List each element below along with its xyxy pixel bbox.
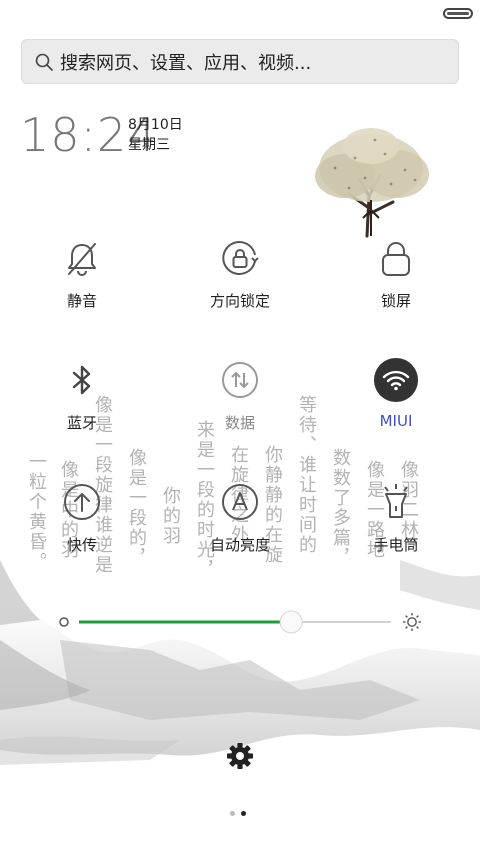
toggle-lock-screen[interactable]: 锁屏 [336, 236, 456, 311]
toggle-rotation-lock[interactable]: 方向锁定 [180, 236, 300, 311]
toggle-label: MIUI [379, 412, 413, 430]
date-block: 8月10日 星期三 [128, 115, 183, 155]
toggle-label: 手电筒 [373, 536, 419, 554]
battery-icon [443, 8, 473, 19]
wifi-icon [374, 358, 418, 402]
brightness-slider[interactable] [55, 604, 435, 640]
weekday-text: 星期三 [128, 137, 170, 153]
toggle-auto-brightness[interactable]: 自动亮度 [180, 480, 300, 555]
flashlight-icon [374, 480, 418, 524]
lock-icon [374, 236, 418, 280]
toggle-label: 数据 [224, 414, 255, 432]
toggle-label: 锁屏 [380, 292, 411, 310]
auto-brightness-icon [218, 480, 262, 524]
toggle-label: 方向锁定 [209, 292, 270, 310]
toggle-label: 静音 [66, 292, 97, 310]
toggle-flashlight[interactable]: 手电筒 [336, 480, 456, 555]
bell-off-icon [60, 236, 104, 280]
data-arrows-icon [218, 358, 262, 402]
page-dot-active [241, 811, 246, 816]
toggle-quick-transfer[interactable]: 快传 [22, 480, 142, 555]
toggle-wifi[interactable]: MIUI [336, 358, 456, 430]
calligraphy-column: 你的羽 [160, 486, 181, 546]
page-dot [230, 811, 235, 816]
toggle-label: 快传 [66, 536, 97, 554]
brightness-high-icon [403, 613, 421, 631]
settings-gear-icon[interactable] [226, 742, 254, 770]
toggle-mute[interactable]: 静音 [22, 236, 142, 311]
search-placeholder: 搜索网页、设置、应用、视频... [60, 52, 312, 74]
bluetooth-icon [60, 358, 104, 402]
slider-thumb[interactable] [279, 610, 303, 634]
toggle-mobile-data[interactable]: 数据 [180, 358, 300, 433]
toggle-label: 自动亮度 [209, 536, 270, 554]
tree-illustration [315, 128, 429, 238]
brightness-low-icon [59, 617, 69, 627]
upload-icon [60, 480, 104, 524]
search-icon [35, 53, 53, 71]
search-bar[interactable]: 搜索网页、设置、应用、视频... [21, 39, 459, 84]
rotation-lock-icon [218, 236, 262, 280]
toggle-label: 蓝牙 [66, 414, 97, 432]
page-indicator [230, 811, 246, 816]
date-text: 8月10日 [128, 117, 183, 133]
toggle-bluetooth[interactable]: 蓝牙 [22, 358, 142, 433]
